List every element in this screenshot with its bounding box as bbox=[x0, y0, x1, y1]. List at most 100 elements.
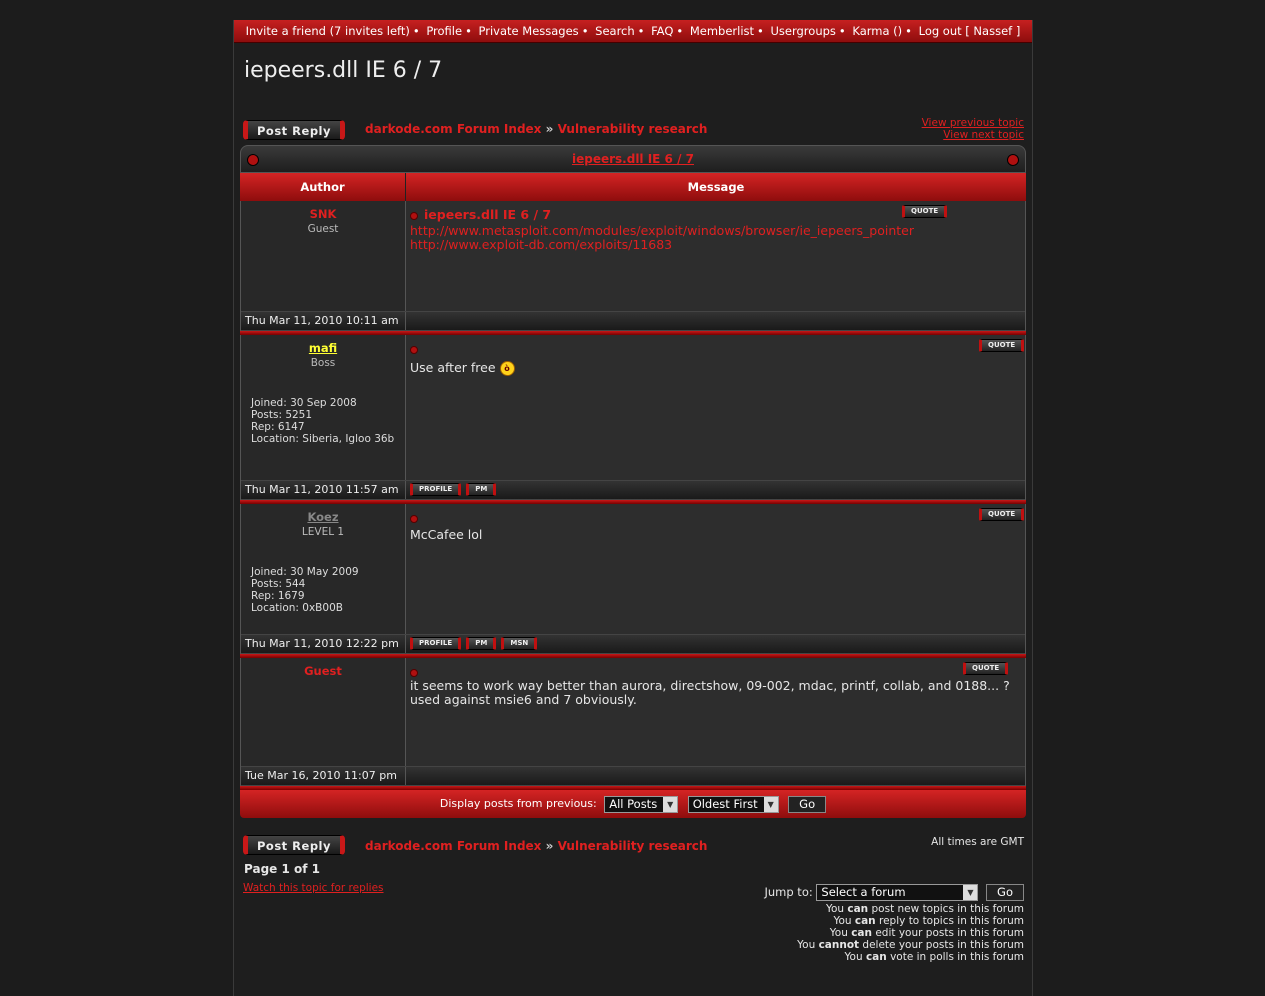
post-reply-button[interactable]: Post Reply bbox=[243, 120, 345, 140]
author-joined: Joined: 30 Sep 2008 bbox=[251, 397, 357, 409]
post-link[interactable]: http://www.metasploit.com/modules/exploi… bbox=[410, 224, 1021, 238]
jump-go-button[interactable]: Go bbox=[986, 884, 1024, 901]
author-name[interactable]: Koez bbox=[241, 510, 405, 524]
post-body: Use after free bbox=[410, 360, 496, 375]
column-message: Message bbox=[687, 180, 745, 194]
post-icon bbox=[410, 514, 418, 523]
chevron-down-icon: ▼ bbox=[663, 796, 678, 812]
permission-line: You can vote in polls in this forum bbox=[844, 951, 1025, 963]
display-label: Display posts from previous: bbox=[439, 797, 597, 810]
post-reply-button[interactable]: Post Reply bbox=[243, 835, 345, 855]
post-footer: Thu Mar 11, 2010 10:11 am bbox=[241, 311, 1025, 331]
post-body: it seems to work way better than aurora,… bbox=[410, 678, 1010, 693]
pm-button[interactable]: PM bbox=[466, 637, 497, 650]
author-name[interactable]: mafi bbox=[241, 341, 405, 355]
topic-title-link[interactable]: iepeers.dll IE 6 / 7 bbox=[572, 152, 694, 166]
breadcrumb-arrow: » bbox=[545, 122, 554, 136]
evil-smiley-icon: ò bbox=[499, 361, 515, 376]
profile-button[interactable]: PROFILE bbox=[410, 483, 462, 496]
post-footer: Tue Mar 16, 2010 11:07 pm bbox=[241, 766, 1025, 786]
quote-button[interactable]: QUOTE bbox=[902, 205, 948, 218]
post-date: Thu Mar 11, 2010 12:22 pm bbox=[241, 635, 406, 653]
view-previous-topic-link[interactable]: View previous topic bbox=[922, 117, 1024, 129]
jump-forum-select[interactable]: Select a forum ▼ bbox=[816, 884, 979, 901]
display-options-bar: Display posts from previous: All Posts ▼ … bbox=[240, 790, 1026, 818]
post-author-block: SNK Guest bbox=[241, 201, 406, 311]
nav-faq[interactable]: FAQ bbox=[651, 24, 673, 38]
breadcrumb-arrow: » bbox=[545, 839, 554, 853]
nav-separator: • bbox=[581, 24, 589, 38]
post-message: it seems to work way better than aurora,… bbox=[406, 658, 1025, 766]
nav-profile[interactable]: Profile bbox=[426, 24, 462, 38]
quote-button[interactable]: QUOTE bbox=[963, 662, 1009, 675]
nav-memberlist[interactable]: Memberlist bbox=[690, 24, 754, 38]
jump-label: Jump to: bbox=[764, 885, 813, 899]
post-date: Thu Mar 11, 2010 10:11 am bbox=[241, 312, 406, 330]
author-rank: Guest bbox=[307, 223, 339, 235]
author-rep: Rep: 6147 bbox=[251, 421, 305, 433]
nav-separator: • bbox=[676, 24, 684, 38]
nav-separator: • bbox=[838, 24, 846, 38]
author-info: Joined: 30 May 2009 Posts: 544 Rep: 1679… bbox=[251, 566, 396, 614]
post-link[interactable]: http://www.exploit-db.com/exploits/11683 bbox=[410, 238, 1021, 252]
author-location: Location: Siberia, Igloo 36b bbox=[251, 433, 395, 445]
author-rank: LEVEL 1 bbox=[301, 526, 345, 538]
page-title: iepeers.dll IE 6 / 7 bbox=[244, 58, 443, 83]
msn-button[interactable]: MSN bbox=[501, 637, 538, 650]
breadcrumb-forum[interactable]: Vulnerability research bbox=[558, 839, 708, 853]
post-footer: Thu Mar 11, 2010 11:57 am PROFILE PM bbox=[241, 480, 1025, 500]
author-rep: Rep: 1679 bbox=[251, 590, 305, 602]
page-number: Page 1 of 1 bbox=[244, 862, 320, 876]
profile-button[interactable]: PROFILE bbox=[410, 637, 462, 650]
nav-karma[interactable]: Karma () bbox=[852, 24, 902, 38]
permission-line: You can reply to topics in this forum bbox=[833, 915, 1024, 927]
watch-topic-link[interactable]: Watch this topic for replies bbox=[243, 882, 384, 894]
column-headers: Author Message bbox=[240, 173, 1026, 201]
author-name[interactable]: SNK bbox=[241, 207, 405, 221]
jump-forum-value: Select a forum bbox=[821, 885, 906, 899]
post-icon bbox=[410, 345, 418, 354]
post-message: iepeers.dll IE 6 / 7 http://www.metasplo… bbox=[406, 201, 1025, 311]
breadcrumb: darkode.com Forum Index » Vulnerability … bbox=[365, 839, 707, 853]
post-body: McCafee lol bbox=[410, 527, 483, 542]
author-posts: Posts: 5251 bbox=[251, 409, 313, 421]
quote-button[interactable]: QUOTE bbox=[979, 508, 1025, 521]
post-author-block: Guest bbox=[241, 658, 406, 766]
breadcrumb-forum[interactable]: Vulnerability research bbox=[558, 122, 708, 136]
display-period-select[interactable]: All Posts ▼ bbox=[604, 795, 679, 813]
nav-separator: • bbox=[412, 24, 420, 38]
post-subject: iepeers.dll IE 6 / 7 bbox=[424, 207, 552, 222]
nav-logout[interactable]: Log out [ Nassef ] bbox=[919, 24, 1021, 38]
breadcrumb: darkode.com Forum Index » Vulnerability … bbox=[365, 122, 707, 136]
post-message: Use after free ò QUOTE bbox=[406, 335, 1025, 480]
nav-invite[interactable]: Invite a friend (7 invites left) bbox=[246, 24, 410, 38]
pm-button[interactable]: PM bbox=[466, 483, 497, 496]
view-next-topic-link[interactable]: View next topic bbox=[922, 129, 1024, 141]
author-info: Joined: 30 Sep 2008 Posts: 5251 Rep: 614… bbox=[251, 397, 396, 445]
display-order-value: Oldest First bbox=[692, 796, 758, 811]
breadcrumb-index[interactable]: darkode.com Forum Index bbox=[365, 122, 541, 136]
author-location: Location: 0xB00B bbox=[251, 602, 343, 614]
author-posts: Posts: 544 bbox=[251, 578, 306, 590]
nav-private-messages[interactable]: Private Messages bbox=[479, 24, 579, 38]
nav-usergroups[interactable]: Usergroups bbox=[771, 24, 836, 38]
post-author-block: mafi Boss Joined: 30 Sep 2008 Posts: 525… bbox=[241, 335, 406, 480]
permissions-list: You can post new topics in this forum Yo… bbox=[797, 903, 1024, 963]
quote-button[interactable]: QUOTE bbox=[979, 339, 1025, 352]
timezone-note: All times are GMT bbox=[931, 836, 1024, 848]
breadcrumb-index[interactable]: darkode.com Forum Index bbox=[365, 839, 541, 853]
post-date: Tue Mar 16, 2010 11:07 pm bbox=[241, 767, 406, 785]
nav-separator: • bbox=[637, 24, 645, 38]
display-go-button[interactable]: Go bbox=[788, 795, 827, 813]
topic-navigation: View previous topic View next topic bbox=[922, 117, 1024, 141]
post-footer: Thu Mar 11, 2010 12:22 pm PROFILE PM MSN bbox=[241, 634, 1025, 654]
post-icon bbox=[410, 211, 418, 220]
post-author-block: Koez LEVEL 1 Joined: 30 May 2009 Posts: … bbox=[241, 504, 406, 634]
display-order-select[interactable]: Oldest First ▼ bbox=[687, 795, 779, 813]
author-name[interactable]: Guest bbox=[241, 664, 405, 678]
nav-search[interactable]: Search bbox=[595, 24, 635, 38]
permission-line: You cannot delete your posts in this for… bbox=[797, 939, 1024, 951]
nav-separator: • bbox=[905, 24, 912, 38]
post: SNK Guest iepeers.dll IE 6 / 7 http://ww… bbox=[240, 201, 1026, 331]
author-joined: Joined: 30 May 2009 bbox=[251, 566, 359, 578]
